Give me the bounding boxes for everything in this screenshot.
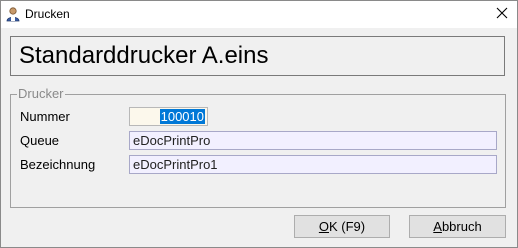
title-bar[interactable]: Drucken [1,1,517,28]
close-icon [496,7,508,22]
bezeichnung-label: Bezeichnung [20,157,96,172]
queue-field[interactable]: eDocPrintPro [129,131,497,150]
nummer-field[interactable]: 100010 [129,107,208,126]
cancel-button-label: bbruch [441,219,482,234]
print-dialog: Drucken Standarddrucker A.eins Drucker N… [0,0,518,248]
header-panel: Standarddrucker A.eins [10,36,505,76]
ok-button-accel: O [318,219,329,234]
ok-button-label: K (F9) [329,219,366,234]
page-title: Standarddrucker A.eins [19,42,269,69]
bezeichnung-field[interactable]: eDocPrintPro1 [129,155,497,174]
printer-user-icon [5,6,21,22]
cancel-button[interactable]: Abbruch [409,215,506,238]
nummer-label: Nummer [20,109,70,124]
close-button[interactable] [487,1,517,28]
window-title: Drucken [25,7,70,21]
group-label: Drucker [18,86,64,101]
queue-label: Queue [20,133,60,148]
nummer-value: 100010 [159,109,205,124]
ok-button[interactable]: OK (F9) [294,215,390,238]
cancel-button-accel: A [433,219,442,234]
